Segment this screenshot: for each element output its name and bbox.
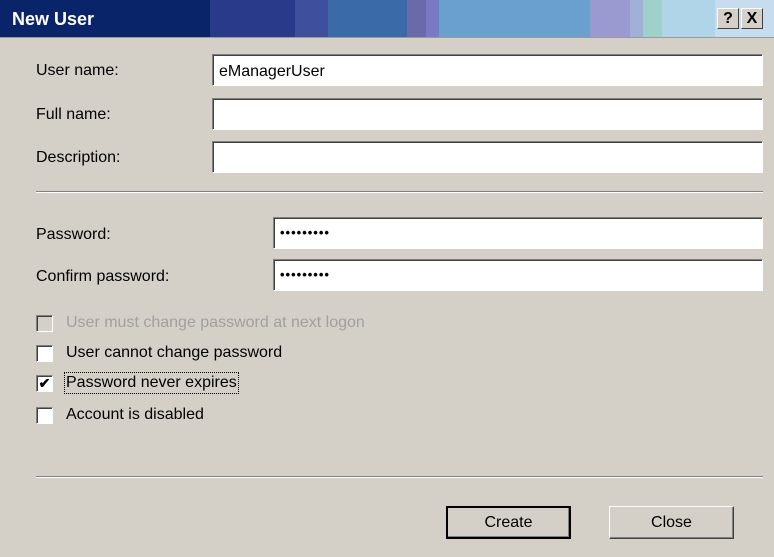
option-password-never-expires[interactable]: ✔ Password never expires xyxy=(36,372,239,394)
must-change-password-label: User must change password at next logon xyxy=(66,314,365,331)
separator xyxy=(36,191,763,193)
password-field[interactable]: ••••••••• xyxy=(273,217,763,249)
option-must-change-password: User must change password at next logon xyxy=(36,314,365,332)
password-never-expires-label[interactable]: Password never expires xyxy=(64,372,239,394)
fullname-label: Full name: xyxy=(36,106,111,123)
create-button[interactable]: Create xyxy=(446,506,571,539)
checkmark-icon: ✔ xyxy=(38,375,51,391)
password-never-expires-checkbox[interactable]: ✔ xyxy=(36,374,53,392)
title-bar-segment xyxy=(406,0,427,37)
title-bar-segment xyxy=(642,0,663,37)
help-button[interactable]: ? xyxy=(717,8,739,29)
title-bar-segment xyxy=(209,0,296,37)
title-bar-segment xyxy=(590,0,630,37)
title-bar-segment xyxy=(373,0,407,37)
title-bar-segment xyxy=(439,0,532,37)
confirm-password-field[interactable]: ••••••••• xyxy=(273,259,763,291)
password-label: Password: xyxy=(36,226,111,243)
username-label: User name: xyxy=(36,62,119,79)
fullname-field[interactable] xyxy=(212,98,763,130)
title-bar-segment xyxy=(124,0,210,37)
title-bar-segment xyxy=(295,0,328,37)
title-bar-segment xyxy=(531,0,591,37)
description-label: Description: xyxy=(36,149,121,166)
confirm-password-label: Confirm password: xyxy=(36,268,170,285)
account-disabled-checkbox[interactable] xyxy=(36,406,53,424)
option-account-disabled[interactable]: Account is disabled xyxy=(36,406,204,424)
must-change-password-checkbox xyxy=(36,314,53,332)
username-field[interactable]: eManagerUser xyxy=(212,54,763,86)
description-field[interactable] xyxy=(212,141,763,173)
close-window-button[interactable]: X xyxy=(741,8,763,29)
cannot-change-password-label[interactable]: User cannot change password xyxy=(66,344,282,362)
title-bar-segment xyxy=(426,0,440,37)
window-title: New User xyxy=(12,9,95,29)
title-bar-segment xyxy=(327,0,374,37)
option-cannot-change-password[interactable]: User cannot change password xyxy=(36,344,282,362)
title-bar: New User ? X xyxy=(0,0,774,38)
account-disabled-label[interactable]: Account is disabled xyxy=(66,406,204,424)
separator xyxy=(36,476,763,478)
title-bar-segment xyxy=(629,0,643,37)
close-button[interactable]: Close xyxy=(609,506,734,539)
title-bar-segment xyxy=(662,0,715,37)
cannot-change-password-checkbox[interactable] xyxy=(36,344,53,362)
